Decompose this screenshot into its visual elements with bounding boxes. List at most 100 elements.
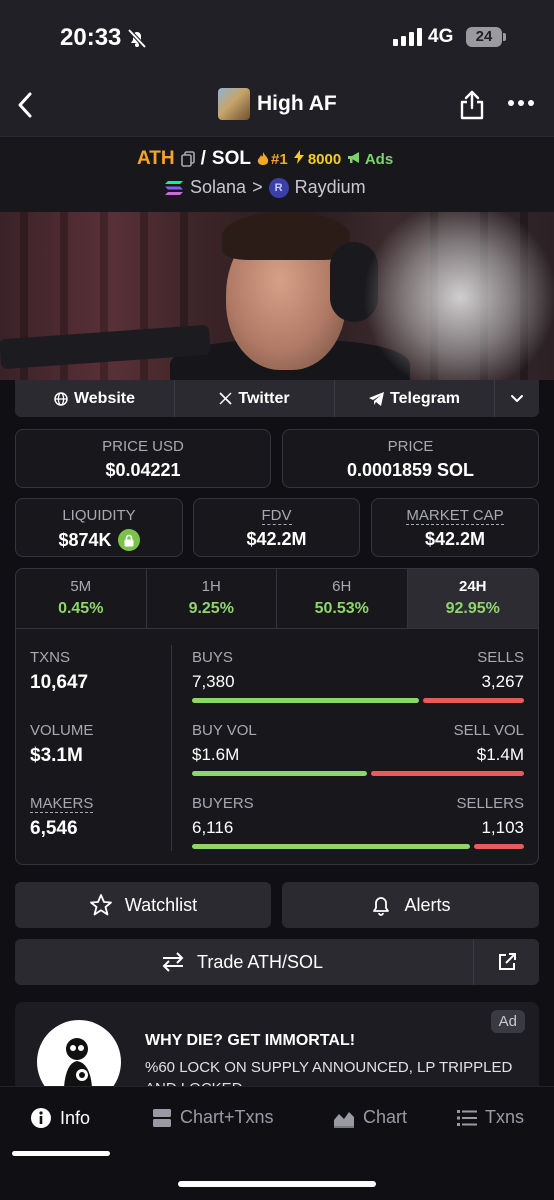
sellers-label: SELLERS [456, 795, 524, 812]
buys-value: 7,380 [192, 672, 235, 691]
volume-label: VOLUME [30, 722, 94, 739]
price-native-card: PRICE 0.0001859 SOL [282, 429, 539, 488]
tab-label: 5M [70, 578, 92, 595]
fdv-label[interactable]: FDV [261, 507, 292, 525]
home-indicator [178, 1181, 376, 1187]
twitter-label: Twitter [238, 389, 290, 407]
sell-vol-value: $1.4M [476, 745, 524, 764]
status-time: 20:33 [60, 24, 122, 51]
volume-split-bar [192, 771, 524, 776]
ads-label: Ads [364, 150, 394, 168]
trade-button[interactable]: Trade ATH/SOL [15, 939, 539, 985]
sells-value: 3,267 [481, 672, 524, 691]
txns-label: TXNS [30, 649, 71, 666]
twitter-button[interactable]: Twitter [175, 380, 335, 417]
price-usd-card: PRICE USD $0.04221 [15, 429, 271, 488]
tab-label: 6H [332, 578, 352, 595]
tab-chart[interactable]: Chart [333, 1107, 407, 1128]
sellers-bar-fill [473, 844, 524, 849]
buy-vol-bar-fill [192, 771, 367, 776]
base-symbol: ATH [137, 148, 175, 169]
active-tab-indicator [12, 1151, 110, 1156]
external-link-button[interactable] [473, 939, 539, 985]
chain-name[interactable]: Solana [190, 177, 246, 198]
more-icon[interactable] [508, 100, 534, 106]
alerts-label: Alerts [404, 894, 451, 915]
trade-label: Trade ATH/SOL [197, 951, 324, 972]
sell-vol-bar-fill [370, 771, 524, 776]
raydium-icon: R [268, 177, 289, 198]
tab-chart-txns[interactable]: Chart+Txns [152, 1107, 274, 1128]
back-icon[interactable] [12, 90, 42, 120]
sell-vol-label: SELL VOL [453, 722, 524, 739]
star-icon [89, 894, 112, 916]
buyers-bar-fill [192, 844, 470, 849]
tab-info-label: Info [60, 1107, 91, 1128]
buyers-sellers-stat: BUYERS SELLERS 6,116 1,103 [192, 795, 524, 849]
solana-icon [165, 180, 183, 195]
telegram-icon [369, 391, 385, 406]
txns-stat: TXNS 10,647 [30, 649, 170, 694]
tab-5m[interactable]: 5M 0.45% [16, 569, 147, 628]
page-title: High AF [257, 92, 337, 115]
price-native-label: PRICE [387, 438, 434, 455]
swap-icon [162, 952, 184, 972]
x-icon [219, 392, 232, 405]
tab-txns-label: Txns [485, 1107, 525, 1127]
fdv-card: FDV $42.2M [193, 498, 360, 557]
tab-change: 0.45% [58, 600, 104, 617]
watchlist-button[interactable]: Watchlist [15, 882, 271, 928]
tab-1h[interactable]: 1H 9.25% [147, 569, 277, 628]
fdv-value: $42.2M [246, 529, 307, 549]
tab-24h[interactable]: 24H 92.95% [407, 569, 538, 628]
ads-badge[interactable]: Ads [347, 151, 393, 168]
buys-sells-bar [192, 698, 524, 703]
buy-vol-label: BUY VOL [192, 722, 257, 739]
price-usd-label: PRICE USD [102, 438, 184, 455]
quote-symbol: SOL [211, 148, 251, 169]
list-icon [457, 1109, 477, 1126]
pair-separator: / [200, 148, 206, 169]
price-usd-value: $0.04221 [105, 460, 181, 480]
tab-change: 50.53% [314, 600, 369, 617]
more-links-button[interactable] [495, 380, 539, 417]
tab-change: 92.95% [445, 600, 500, 617]
telegram-button[interactable]: Telegram [335, 380, 495, 417]
breadcrumb-chevron: > [252, 177, 263, 197]
website-label: Website [73, 389, 136, 407]
makers-value: 6,546 [30, 818, 78, 839]
buys-sells-stat: BUYS SELLS 7,380 3,267 [192, 649, 524, 703]
market-cap-card: MARKET CAP $42.2M [371, 498, 539, 557]
tab-change: 9.25% [188, 600, 234, 617]
liquidity-label: LIQUIDITY [62, 507, 136, 524]
tab-info[interactable]: Info [30, 1107, 90, 1129]
buy-vol-value: $1.6M [192, 745, 240, 764]
watchlist-label: Watchlist [124, 894, 198, 915]
social-links: Website Twitter Telegram [15, 380, 539, 417]
boost-badge[interactable]: 8000 [293, 150, 341, 168]
website-button[interactable]: Website [15, 380, 175, 417]
tab-txns[interactable]: Txns [457, 1107, 524, 1128]
buyers-value: 6,116 [192, 818, 234, 837]
copy-icon[interactable] [180, 151, 195, 167]
dex-name[interactable]: Raydium [295, 177, 366, 198]
share-icon[interactable] [458, 90, 486, 120]
token-avatar [218, 88, 250, 120]
signal-icon [393, 28, 422, 46]
bell-off-icon [127, 28, 147, 49]
network-type: 4G [428, 26, 454, 47]
liquidity-value: $874K [58, 529, 112, 550]
tab-6h[interactable]: 6H 50.53% [277, 569, 408, 628]
volume-value: $3.1M [30, 745, 83, 766]
txns-value: 10,647 [30, 672, 89, 693]
makers-label[interactable]: MAKERS [30, 795, 94, 813]
megaphone-icon [348, 151, 360, 163]
market-cap-label[interactable]: MARKET CAP [406, 507, 504, 525]
trending-rank[interactable]: #1 [257, 151, 288, 168]
lock-icon[interactable] [117, 529, 140, 551]
alerts-button[interactable]: Alerts [282, 882, 539, 928]
buys-bar-fill [192, 698, 420, 703]
volume-split-stat: BUY VOL SELL VOL $1.6M $1.4M [192, 722, 524, 776]
buys-label: BUYS [192, 649, 233, 666]
telegram-label: Telegram [390, 389, 460, 407]
